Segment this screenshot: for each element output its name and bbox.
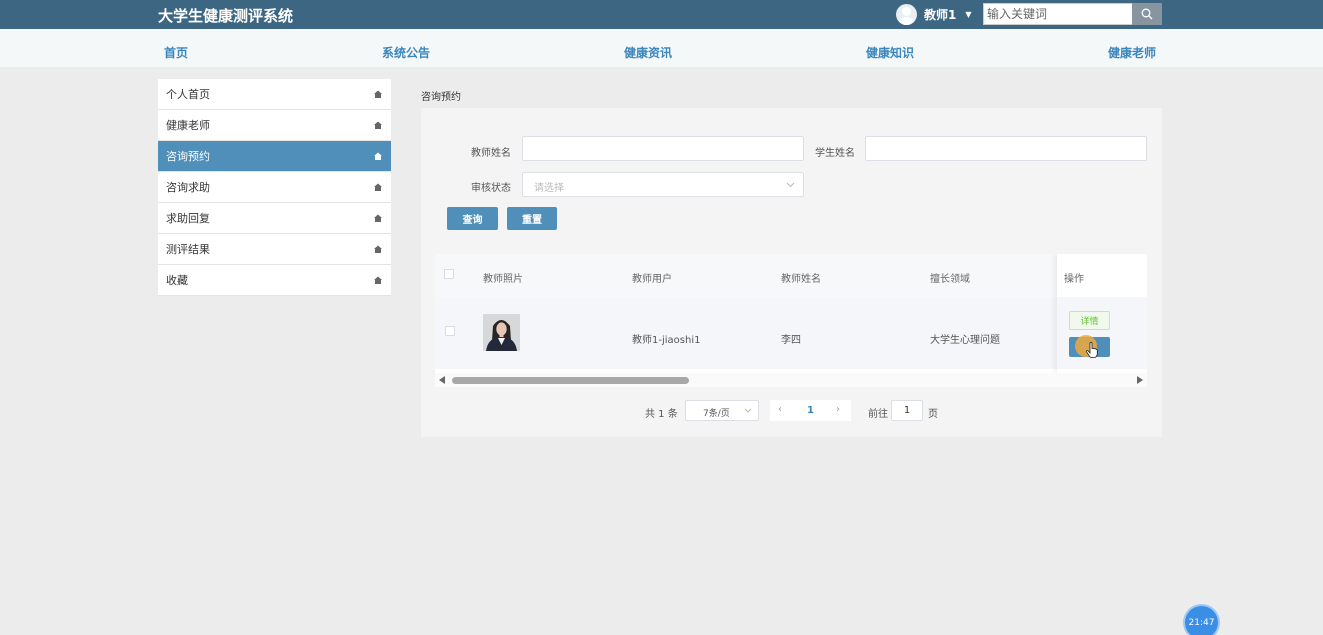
home-icon — [374, 152, 382, 160]
query-button[interactable]: 查询 — [447, 207, 498, 230]
row-checkbox[interactable] — [445, 326, 455, 336]
sidebar-item-help-reply[interactable]: 求助回复 — [158, 203, 391, 234]
teacher-name-cell: 李四 — [781, 335, 801, 346]
search-input[interactable] — [983, 3, 1133, 25]
pager: ‹ 1 › — [770, 400, 851, 421]
sidebar-item-favorites[interactable]: 收藏 — [158, 265, 391, 296]
nav-health-knowledge[interactable]: 健康知识 — [866, 44, 914, 61]
sidebar-item-label: 测评结果 — [166, 243, 210, 256]
search-icon — [1141, 8, 1153, 20]
top-header-bar: 大学生健康测评系统 教师1 ▼ — [0, 0, 1323, 29]
teacher-photo[interactable] — [483, 314, 520, 351]
home-icon — [374, 245, 382, 253]
page-size-value: 7条/页 — [703, 409, 730, 419]
main-nav: 首页 系统公告 健康资讯 健康知识 健康老师 — [0, 29, 1323, 67]
operation-cell: 详情 — [1057, 297, 1147, 369]
table-header: 教师照片 教师用户 教师姓名 擅长领域 — [435, 254, 1147, 297]
scroll-right-icon[interactable] — [1137, 376, 1143, 384]
nav-home[interactable]: 首页 — [164, 44, 188, 61]
status-label: 审核状态 — [471, 183, 511, 194]
goto-page-input[interactable]: 1 — [891, 400, 923, 421]
prev-page-icon[interactable]: ‹ — [778, 404, 782, 415]
chevron-down-icon — [786, 182, 795, 188]
page-title: 咨询预约 — [421, 92, 461, 103]
specialty-cell: 大学生心理问题 — [930, 335, 1000, 346]
teacher-name-input[interactable] — [522, 136, 804, 161]
sidebar-item-test-results[interactable]: 测评结果 — [158, 234, 391, 265]
table-row: 教师1-jiaoshi1 李四 大学生心理问题 — [435, 297, 1147, 369]
page-suffix: 页 — [928, 409, 938, 420]
teacher-table: 教师照片 教师用户 教师姓名 擅长领域 教师1-jiaoshi1 李四 大学生心… — [435, 254, 1147, 373]
home-icon — [374, 214, 382, 222]
status-placeholder: 请选择 — [534, 183, 564, 194]
horizontal-scrollbar[interactable] — [435, 373, 1147, 387]
nav-health-news[interactable]: 健康资讯 — [624, 44, 672, 61]
student-name-input[interactable] — [865, 136, 1147, 161]
column-header: 教师用户 — [632, 274, 672, 285]
page-size-select[interactable]: 7条/页 — [685, 400, 759, 421]
teacher-name-label: 教师姓名 — [471, 148, 511, 159]
sidebar-item-label: 求助回复 — [166, 212, 210, 225]
nav-health-teachers[interactable]: 健康老师 — [1108, 44, 1156, 61]
home-icon — [374, 90, 382, 98]
home-icon — [374, 183, 382, 191]
username-label: 教师1 — [924, 7, 957, 22]
column-header: 操作 — [1064, 274, 1084, 285]
column-header: 教师照片 — [483, 274, 523, 285]
sidebar-item-label: 咨询求助 — [166, 181, 210, 194]
column-header: 教师姓名 — [781, 274, 821, 285]
sidebar-item-label: 咨询预约 — [166, 150, 210, 163]
user-avatar-icon — [896, 3, 917, 25]
home-icon — [374, 121, 382, 129]
status-select[interactable]: 请选择 — [522, 172, 804, 197]
sidebar-item-health-teachers[interactable]: 健康老师 — [158, 110, 391, 141]
column-header: 擅长领域 — [930, 274, 970, 285]
home-icon — [374, 276, 382, 284]
scroll-thumb[interactable] — [452, 377, 689, 384]
user-menu[interactable]: 教师1 ▼ — [896, 3, 972, 25]
clock-badge: 21:47 — [1185, 606, 1218, 635]
search-button[interactable] — [1132, 3, 1162, 25]
pagination-total: 共 1 条 — [645, 409, 678, 420]
page-number[interactable]: 1 — [807, 405, 814, 416]
caret-down-icon[interactable]: ▼ — [965, 10, 971, 19]
sidebar-item-profile-home[interactable]: 个人首页 — [158, 79, 391, 110]
detail-button[interactable]: 详情 — [1069, 311, 1110, 330]
content-panel: 教师姓名 学生姓名 审核状态 请选择 查询 重置 教师照片 教师用户 教师姓名 … — [421, 108, 1162, 437]
chevron-down-icon — [744, 408, 752, 413]
sidebar-menu: 个人首页 健康老师 咨询预约 咨询求助 求助回复 测评结果 收藏 — [158, 79, 391, 296]
sidebar-item-label: 收藏 — [166, 274, 188, 287]
sidebar-item-label: 个人首页 — [166, 88, 210, 101]
booking-button[interactable] — [1069, 335, 1110, 358]
goto-label: 前往 — [868, 409, 888, 420]
next-page-icon[interactable]: › — [836, 404, 840, 415]
reset-button[interactable]: 重置 — [507, 207, 557, 230]
sidebar-item-consult-booking[interactable]: 咨询预约 — [158, 141, 391, 172]
nav-notice[interactable]: 系统公告 — [382, 44, 430, 61]
select-all-checkbox[interactable] — [444, 269, 454, 279]
teacher-user-cell: 教师1-jiaoshi1 — [632, 335, 701, 346]
sidebar-item-consult-help[interactable]: 咨询求助 — [158, 172, 391, 203]
sidebar-item-label: 健康老师 — [166, 119, 210, 132]
hand-pointer-icon — [1086, 342, 1098, 358]
app-title: 大学生健康测评系统 — [158, 7, 294, 25]
operation-column: 操作 详情 — [1057, 254, 1147, 373]
scroll-left-icon[interactable] — [439, 376, 445, 384]
student-name-label: 学生姓名 — [815, 148, 855, 159]
